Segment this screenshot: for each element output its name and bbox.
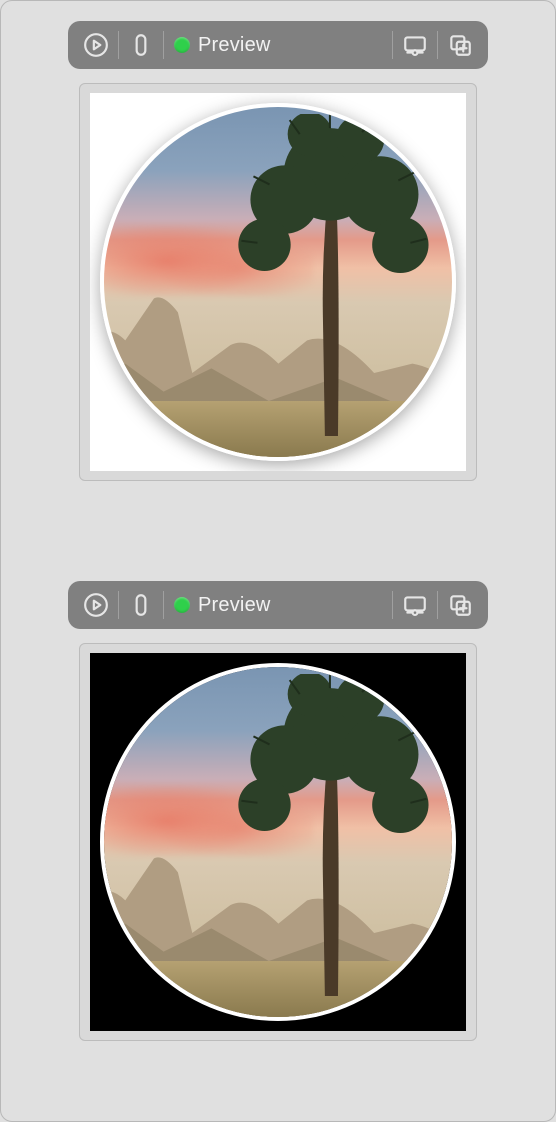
main-tree <box>229 674 431 996</box>
device-selector-button[interactable] <box>119 585 163 625</box>
device-icon <box>128 592 154 618</box>
landscape-scene <box>104 107 452 457</box>
main-tree <box>229 114 431 436</box>
preview-label: Preview <box>198 594 271 617</box>
display-settings-icon <box>402 592 428 618</box>
display-settings-button[interactable] <box>393 585 437 625</box>
circular-image-mask <box>100 663 456 1021</box>
preview-block-1: Preview <box>17 21 539 481</box>
duplicate-icon <box>447 592 473 618</box>
preview-canvas-light[interactable] <box>90 93 466 471</box>
device-icon <box>128 32 154 58</box>
canvas-frame <box>79 83 477 481</box>
preview-status-button[interactable]: Preview <box>164 585 285 625</box>
display-settings-button[interactable] <box>393 25 437 65</box>
play-icon <box>83 592 109 618</box>
status-dot-icon <box>174 37 190 53</box>
canvas-frame <box>79 643 477 1041</box>
preview-status-button[interactable]: Preview <box>164 25 285 65</box>
preview-toolbar: Preview <box>68 21 488 69</box>
preview-toolbar: Preview <box>68 581 488 629</box>
duplicate-preview-button[interactable] <box>438 25 482 65</box>
run-button[interactable] <box>74 585 118 625</box>
preview-canvas-dark[interactable] <box>90 653 466 1031</box>
run-button[interactable] <box>74 25 118 65</box>
duplicate-preview-button[interactable] <box>438 585 482 625</box>
status-dot-icon <box>174 597 190 613</box>
display-settings-icon <box>402 32 428 58</box>
play-icon <box>83 32 109 58</box>
landscape-scene <box>104 667 452 1017</box>
preview-label: Preview <box>198 34 271 57</box>
circular-image-mask <box>100 103 456 461</box>
preview-block-2: Preview <box>17 581 539 1041</box>
duplicate-icon <box>447 32 473 58</box>
device-selector-button[interactable] <box>119 25 163 65</box>
